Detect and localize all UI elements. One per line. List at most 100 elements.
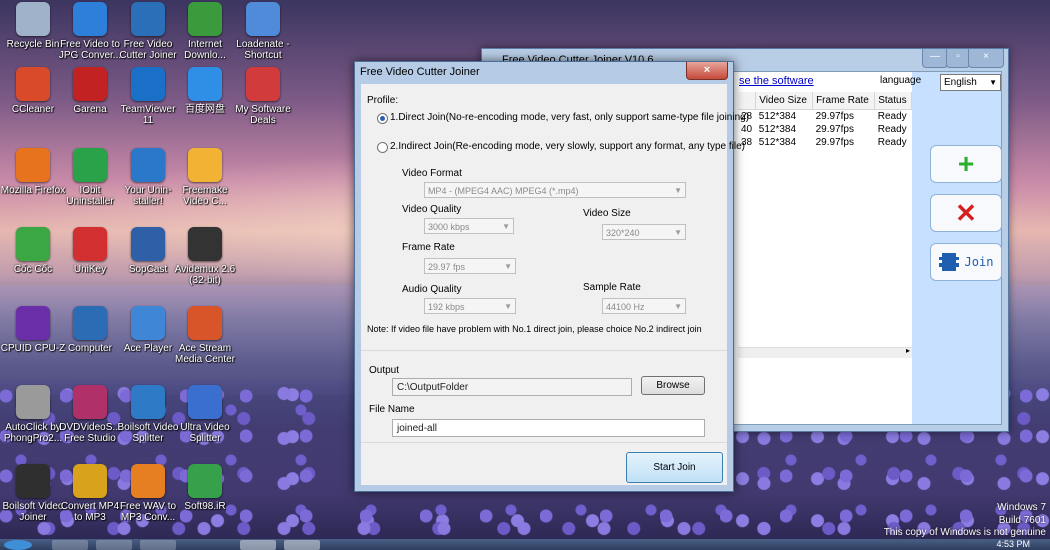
plus-icon: + — [957, 148, 975, 179]
table-cell: 29.97fps — [815, 137, 854, 148]
desktop-icon-label: DVDVideoS... Free Studio — [59, 422, 121, 444]
desktop-icon[interactable]: Ace Stream Media Center — [172, 306, 238, 365]
file-name-input[interactable]: joined-all — [392, 419, 705, 437]
video-format-select[interactable]: MP4 - (MPEG4 AAC) MPEG4 (*.mp4) ▼ — [424, 182, 686, 198]
app-icon — [188, 227, 222, 261]
desktop-icon[interactable]: Garena — [57, 67, 123, 115]
desktop-icon[interactable]: 百度网盘 — [172, 67, 238, 115]
app-icon — [131, 227, 165, 261]
table-cell: 29.97fps — [815, 124, 854, 135]
frame-rate-label: Frame Rate — [402, 242, 455, 253]
column-header[interactable]: Frame Rate — [812, 92, 876, 110]
desktop-icon-label: UniKey — [73, 264, 107, 275]
taskbar-coccoc-icon[interactable] — [240, 540, 276, 550]
desktop-icon-label: My Software Deals — [235, 104, 291, 126]
column-header[interactable] — [738, 92, 757, 110]
start-orb-icon[interactable] — [4, 540, 32, 550]
app-icon — [73, 464, 107, 498]
chevron-down-icon: ▼ — [504, 302, 512, 311]
taskbar-ie-icon[interactable] — [52, 540, 88, 550]
app-icon — [246, 2, 280, 36]
desktop-icon[interactable]: Avidemux 2.6 (32-bit) — [172, 227, 238, 286]
direct-join-label[interactable]: 1.Direct Join(No-re-encoding mode, very … — [390, 112, 749, 123]
desktop-icon-label: IObit Uninstaller — [66, 185, 114, 207]
column-header[interactable]: Video Size — [755, 92, 814, 110]
chevron-down-icon: ▼ — [504, 262, 512, 271]
taskbar-video-joiner-icon[interactable] — [284, 540, 320, 550]
frame-rate-select[interactable]: 29.97 fps ▼ — [424, 258, 516, 274]
taskbar-explorer-icon[interactable] — [96, 540, 132, 550]
join-button[interactable]: Join — [930, 243, 1002, 281]
table-row[interactable]: 40 512*384 29.97fps Ready — [738, 123, 912, 136]
app-icon — [16, 306, 50, 340]
language-select[interactable]: English ▼ — [940, 74, 1001, 91]
table-row[interactable]: 28 512*384 29.97fps Ready — [738, 110, 912, 124]
indirect-join-label[interactable]: 2.Indirect Join(Re-encoding mode, very s… — [390, 141, 745, 152]
footer-divider — [361, 442, 727, 443]
indirect-join-radio[interactable] — [377, 142, 388, 153]
app-icon — [131, 385, 165, 419]
table-cell: 29.97fps — [815, 111, 854, 122]
desktop-icon[interactable]: Ultra Video Splitter — [172, 385, 238, 444]
note-text: Note: If video file have problem with No… — [367, 324, 702, 334]
dialog-title: Free Video Cutter Joiner — [360, 66, 480, 78]
app-icon — [188, 464, 222, 498]
app-icon — [73, 385, 107, 419]
desktop-icon-label: Ultra Video Splitter — [180, 422, 230, 444]
file-name-label: File Name — [369, 404, 415, 415]
minimize-button[interactable]: — — [922, 49, 948, 68]
desktop-icon-label: 百度网盘 — [185, 104, 225, 115]
desktop-icon[interactable]: Convert MP4 to MP3 — [57, 464, 123, 523]
taskbar: 4:53 PM — [0, 539, 1050, 550]
register-link[interactable]: se the software — [739, 75, 814, 87]
direct-join-radio[interactable] — [377, 113, 388, 124]
sample-rate-select[interactable]: 44100 Hz ▼ — [602, 298, 686, 314]
section-divider — [361, 350, 727, 351]
start-join-button[interactable]: Start Join — [626, 452, 723, 483]
app-icon — [16, 148, 50, 182]
desktop-icon[interactable]: Internet Downlo... — [172, 2, 238, 61]
video-size-label: Video Size — [583, 208, 631, 219]
column-header[interactable]: Status — [874, 92, 912, 110]
app-icon — [131, 2, 165, 36]
desktop-icon-label: Avidemux 2.6 (32-bit) — [174, 264, 236, 286]
dialog-close-button[interactable]: × — [686, 62, 728, 80]
app-icon — [188, 148, 222, 182]
desktop-icon[interactable]: Loadenate - Shortcut — [230, 2, 296, 61]
video-quality-select[interactable]: 3000 kbps ▼ — [424, 218, 514, 234]
desktop-icon[interactable]: Freemake Video C... — [172, 148, 238, 207]
horizontal-scrollbar[interactable]: ▸ — [738, 346, 912, 358]
app-icon — [16, 67, 50, 101]
desktop-icon[interactable]: DVDVideoS... Free Studio — [57, 385, 123, 444]
desktop-icon[interactable]: Computer — [57, 306, 123, 354]
table-row[interactable]: 38 512*384 29.97fps Ready — [738, 136, 912, 149]
table-cell: Ready — [877, 111, 907, 122]
desktop-icon-label: Internet Downlo... — [184, 39, 226, 61]
add-file-button[interactable]: + — [930, 145, 1002, 183]
chevron-down-icon: ▼ — [674, 186, 682, 195]
audio-quality-select[interactable]: 192 kbps ▼ — [424, 298, 516, 314]
desktop-icon[interactable]: IObit Uninstaller — [57, 148, 123, 207]
browse-button[interactable]: Browse — [641, 376, 705, 395]
remove-file-button[interactable]: ✕ — [930, 194, 1002, 232]
video-size-select[interactable]: 320*240 ▼ — [602, 224, 686, 240]
film-icon — [938, 253, 959, 271]
desktop-icon-label: Ace Stream Media Center — [174, 343, 236, 365]
file-list-table: Video Size Frame Rate Status 28 512*384 29.9… — [738, 92, 912, 149]
maximize-button[interactable]: ▫ — [946, 49, 970, 68]
scroll-right-icon[interactable]: ▸ — [906, 346, 910, 355]
output-folder-field[interactable]: C:\OutputFolder — [392, 378, 632, 396]
join-settings-dialog: Free Video Cutter Joiner × Profile: 1.Di… — [354, 61, 749, 492]
chevron-down-icon: ▼ — [502, 222, 510, 231]
desktop-icon[interactable]: Free Video to JPG Conver... — [57, 2, 123, 61]
main-close-button[interactable]: × — [968, 49, 1004, 68]
desktop-icon[interactable]: UniKey — [57, 227, 123, 275]
audio-quality-label: Audio Quality — [402, 284, 462, 295]
table-cell: 40 — [741, 124, 753, 135]
taskbar-firefox-icon[interactable] — [140, 540, 176, 550]
language-label: language — [880, 75, 922, 86]
desktop-icon[interactable]: Soft98.iR — [172, 464, 238, 512]
app-icon — [16, 227, 50, 261]
desktop-icon[interactable]: My Software Deals — [230, 67, 296, 126]
taskbar-clock[interactable]: 4:53 PM — [996, 539, 1030, 549]
